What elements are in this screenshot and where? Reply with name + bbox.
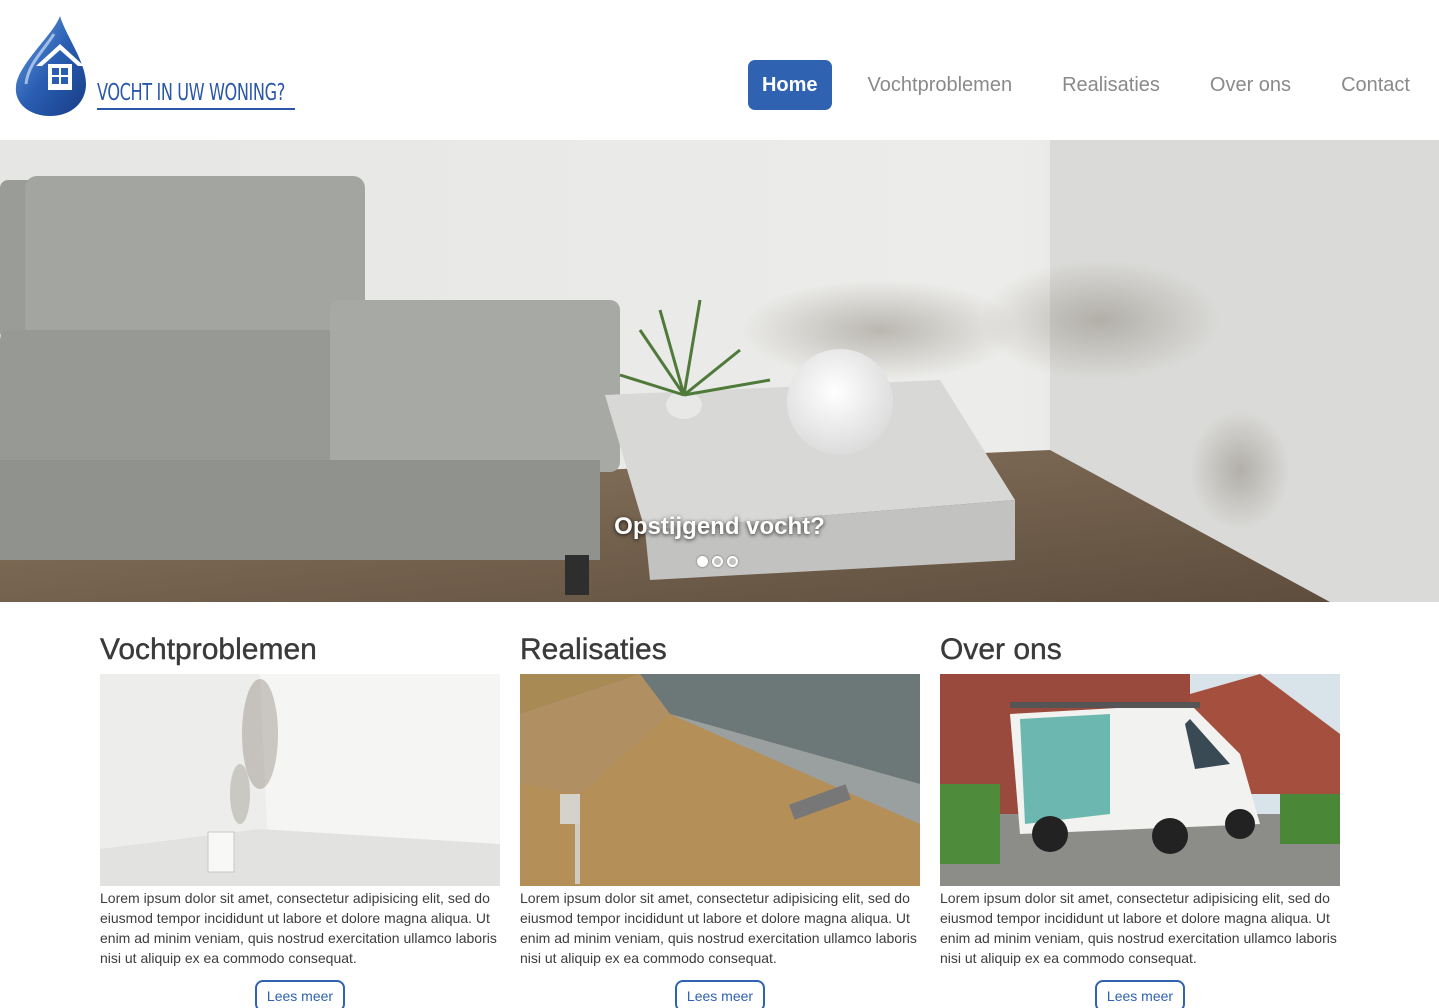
section-over-ons: Over ons Lorem ipsum dolor sit amet, con…	[940, 630, 1344, 1008]
nav-item-over-ons[interactable]: Over ons	[1196, 60, 1305, 110]
slider-dots	[697, 556, 738, 567]
section-image-company-van	[940, 674, 1340, 886]
site-logo[interactable]: VOCHT IN UW WONING?	[14, 14, 304, 118]
section-vochtproblemen: Vochtproblemen Lorem ipsum dolor sit ame…	[100, 630, 504, 1008]
main-nav: Home Vochtproblemen Realisaties Over ons…	[747, 60, 1439, 110]
slider-dot-1[interactable]	[697, 556, 708, 567]
logo-underline	[97, 108, 295, 110]
hero-slider[interactable]: Opstijgend vocht?	[0, 140, 1439, 602]
section-title: Over ons	[940, 633, 1062, 666]
water-drop-house-icon	[15, 16, 87, 116]
lees-meer-button[interactable]: Lees meer	[674, 980, 766, 1008]
lees-meer-button[interactable]: Lees meer	[1094, 980, 1186, 1008]
lees-meer-button[interactable]: Lees meer	[254, 980, 346, 1008]
hero-caption: Opstijgend vocht?	[614, 513, 825, 540]
section-realisaties: Realisaties Lorem ipsum dolor sit amet, …	[520, 630, 924, 1008]
site-header: VOCHT IN UW WONING? Home Vochtproblemen …	[0, 0, 1439, 140]
nav-item-realisaties[interactable]: Realisaties	[1048, 60, 1174, 110]
slider-dot-3[interactable]	[727, 556, 738, 567]
section-title: Realisaties	[520, 633, 667, 666]
section-image-damp-wall	[100, 674, 500, 886]
nav-item-contact[interactable]: Contact	[1327, 60, 1424, 110]
section-text: Lorem ipsum dolor sit amet, consectetur …	[940, 890, 1337, 966]
section-title: Vochtproblemen	[100, 633, 317, 666]
nav-item-home[interactable]: Home	[747, 60, 832, 110]
logo-text: VOCHT IN UW WONING?	[97, 80, 285, 106]
section-text: Lorem ipsum dolor sit amet, consectetur …	[520, 890, 917, 966]
nav-item-vochtproblemen[interactable]: Vochtproblemen	[854, 60, 1027, 110]
slider-dot-2[interactable]	[712, 556, 723, 567]
section-text: Lorem ipsum dolor sit amet, consectetur …	[100, 890, 497, 966]
section-image-excavation	[520, 674, 920, 886]
